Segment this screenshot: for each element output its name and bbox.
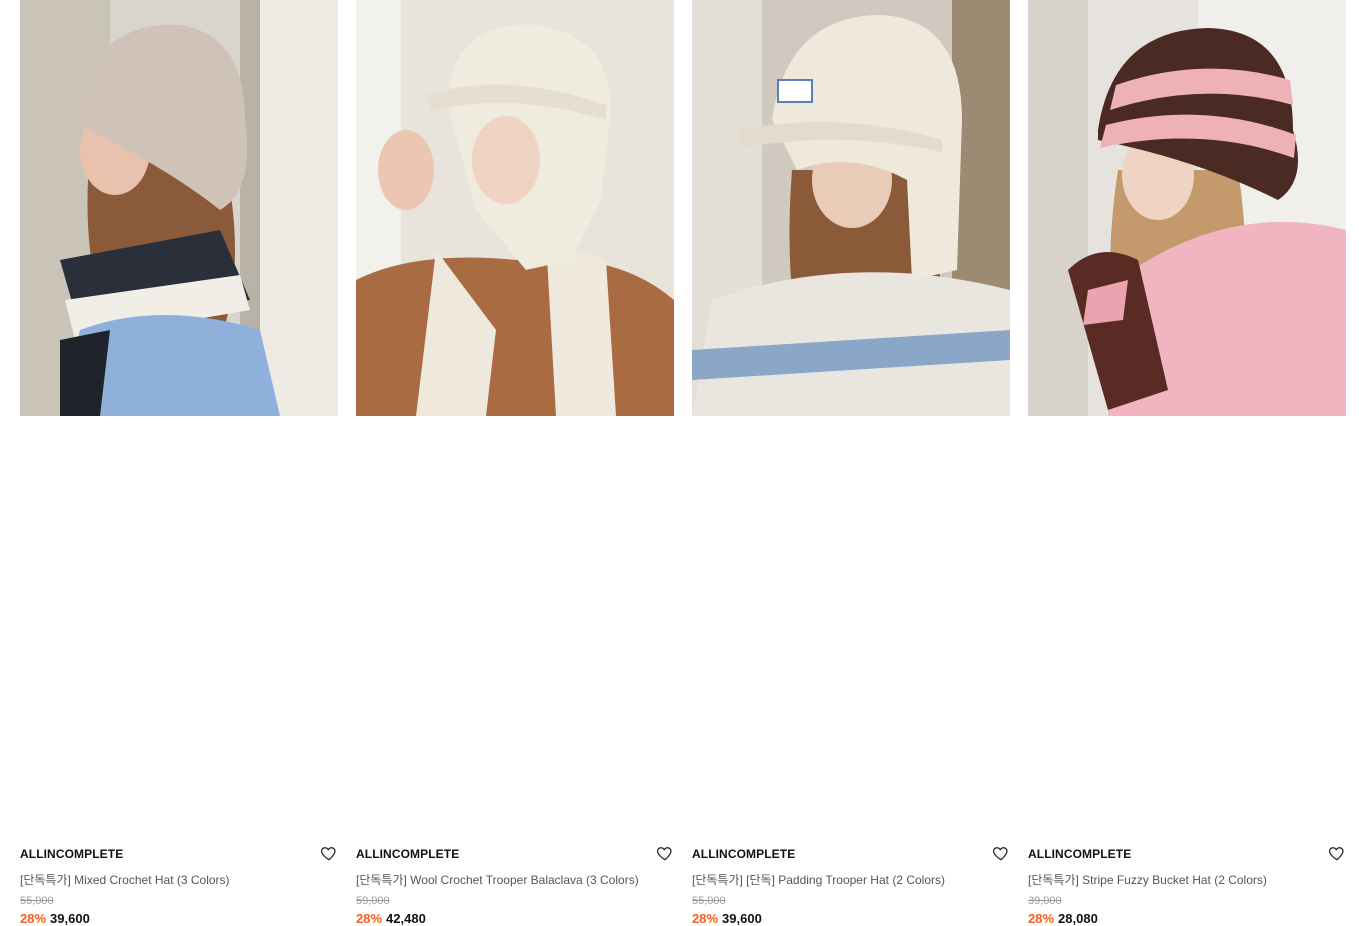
- brand-name[interactable]: ALLINCOMPLETE: [692, 847, 795, 861]
- product-image[interactable]: [1028, 0, 1346, 416]
- heart-outline-icon[interactable]: [320, 844, 338, 862]
- product-image[interactable]: [20, 0, 338, 416]
- product-grid: ALLINCOMPLETE [단독특가] Mixed Crochet Hat (…: [20, 0, 1346, 926]
- sale-price: 28,080: [1058, 911, 1098, 926]
- price-row: 28% 42,480: [356, 911, 426, 926]
- brand-name[interactable]: ALLINCOMPLETE: [20, 847, 123, 861]
- model-photo-balaclava: [356, 0, 674, 416]
- discount-rate: 28%: [356, 911, 383, 926]
- product-name[interactable]: [단독특가] Wool Crochet Trooper Balaclava (3…: [356, 871, 639, 888]
- original-price: 55,000: [692, 895, 726, 907]
- model-photo-bucket-hat: [1028, 0, 1346, 416]
- brand-name[interactable]: ALLINCOMPLETE: [356, 847, 459, 861]
- model-photo-crochet-hat: [20, 0, 338, 416]
- brand-name[interactable]: ALLINCOMPLETE: [1028, 847, 1131, 861]
- model-photo-trooper-hat: [692, 0, 1010, 416]
- product-name[interactable]: [단독특가] Stripe Fuzzy Bucket Hat (2 Colors…: [1028, 871, 1267, 888]
- sale-price: 42,480: [386, 911, 426, 926]
- product-card[interactable]: ALLINCOMPLETE [단독특가] [단독] Padding Troope…: [692, 0, 1010, 926]
- product-card[interactable]: ALLINCOMPLETE [단독특가] Wool Crochet Troope…: [356, 0, 674, 926]
- original-price: 59,000: [356, 895, 390, 907]
- product-card[interactable]: ALLINCOMPLETE [단독특가] Mixed Crochet Hat (…: [20, 0, 338, 926]
- heart-outline-icon[interactable]: [1328, 844, 1346, 862]
- product-name[interactable]: [단독특가] Mixed Crochet Hat (3 Colors): [20, 871, 230, 888]
- heart-outline-icon[interactable]: [656, 844, 674, 862]
- discount-rate: 28%: [692, 911, 719, 926]
- discount-rate: 28%: [20, 911, 47, 926]
- sale-price: 39,600: [50, 911, 90, 926]
- heart-outline-icon[interactable]: [992, 844, 1010, 862]
- product-name[interactable]: [단독특가] [단독] Padding Trooper Hat (2 Color…: [692, 871, 945, 888]
- product-card[interactable]: ALLINCOMPLETE [단독특가] Stripe Fuzzy Bucket…: [1028, 0, 1346, 926]
- discount-rate: 28%: [1028, 911, 1055, 926]
- original-price: 55,000: [20, 895, 54, 907]
- original-price: 39,000: [1028, 895, 1062, 907]
- price-row: 28% 28,080: [1028, 911, 1098, 926]
- price-row: 28% 39,600: [20, 911, 90, 926]
- price-row: 28% 39,600: [692, 911, 762, 926]
- sale-price: 39,600: [722, 911, 762, 926]
- product-image[interactable]: [356, 0, 674, 416]
- product-image[interactable]: [692, 0, 1010, 416]
